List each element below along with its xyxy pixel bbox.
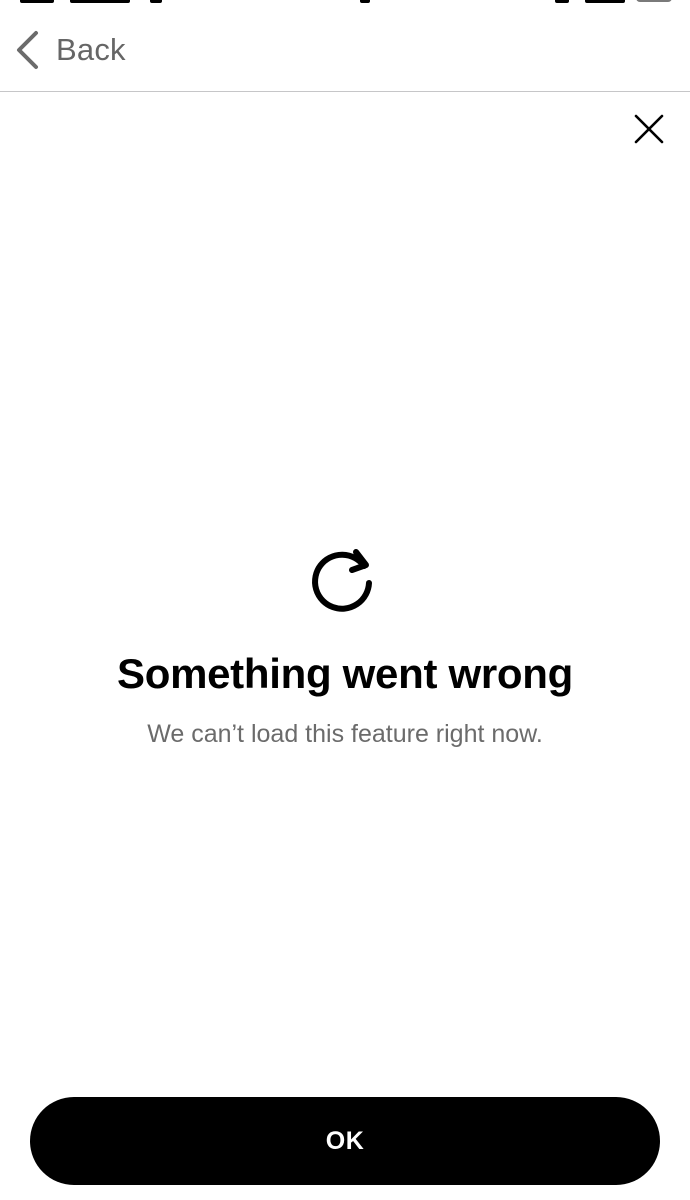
close-button[interactable]: [626, 108, 672, 154]
back-label: Back: [56, 32, 126, 67]
error-title: Something went wrong: [117, 650, 573, 697]
navigation-bar: Back: [0, 0, 690, 92]
chevron-left-icon: [14, 30, 40, 70]
close-icon: [633, 113, 665, 150]
ok-button-label: OK: [325, 1126, 365, 1155]
back-button[interactable]: Back: [14, 28, 126, 72]
ok-button[interactable]: OK: [30, 1097, 660, 1185]
refresh-icon: [312, 549, 372, 612]
error-message-block: Something went wrong We can’t load this …: [0, 540, 690, 749]
error-screen: Back Something went wrong We can’t load …: [0, 0, 690, 1200]
error-message: We can’t load this feature right now.: [147, 720, 543, 748]
